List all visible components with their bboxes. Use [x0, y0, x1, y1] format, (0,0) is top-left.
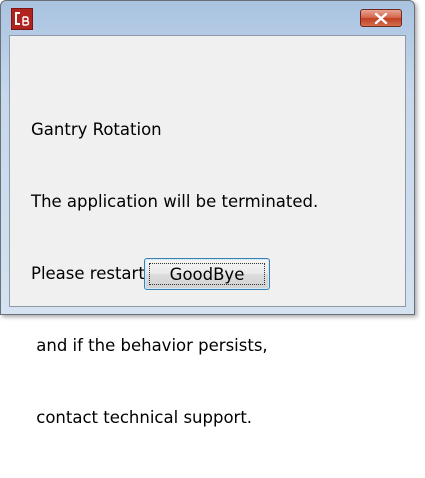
dialog-content: Gantry Rotation The application will be … — [9, 35, 406, 427]
message-line: and if the behavior persists, — [31, 336, 268, 355]
cb-logo-glyph — [15, 12, 30, 26]
message-line: contact technical support. — [31, 408, 253, 427]
message-line: The application will be terminated. — [31, 192, 319, 211]
close-button[interactable] — [360, 9, 402, 27]
app-logo-icon — [11, 8, 33, 30]
title-bar[interactable] — [1, 1, 414, 35]
close-icon — [374, 12, 388, 24]
goodbye-button-label: GoodBye — [149, 263, 265, 285]
dialog-window: Gantry Rotation The application will be … — [0, 0, 415, 427]
message-line: Gantry Rotation — [31, 120, 162, 139]
goodbye-button[interactable]: GoodBye — [144, 258, 270, 290]
